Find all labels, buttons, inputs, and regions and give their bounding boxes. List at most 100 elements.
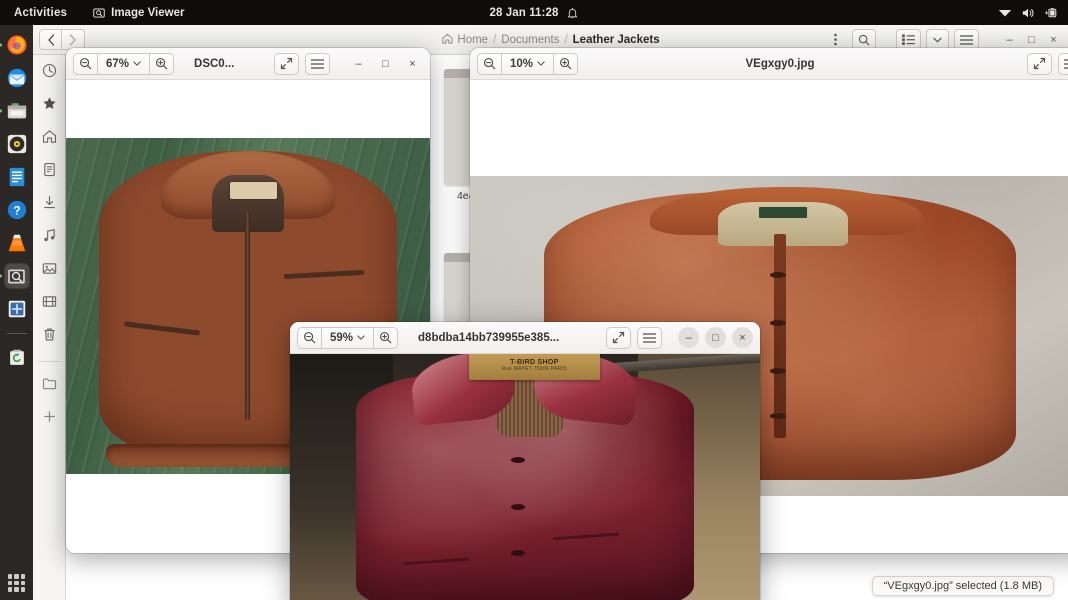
file-manager-minimize-button[interactable]: – [1001,31,1018,48]
sidebar-item-downloads[interactable] [42,195,57,215]
viewer-close-button[interactable]: × [402,53,423,74]
hamburger-menu-icon[interactable] [305,52,330,75]
file-manager-close-button[interactable]: × [1045,31,1062,48]
sidebar-item-home[interactable] [42,129,57,149]
activities-button[interactable]: Activities [0,7,77,19]
image-oxblood-jacket-on-hanger: T-BIRD SHOP Rue MAYET 75006 PARIS [290,354,760,600]
sidebar-item-add-bookmark[interactable] [42,409,57,429]
viewer-maximize-button[interactable]: □ [705,327,726,348]
dock-item-writer[interactable] [5,165,29,189]
file-manager-header-actions: – □ × [824,29,1062,50]
zoom-out-icon[interactable] [477,52,502,75]
view-chevron-down-icon[interactable] [926,29,949,50]
viewer-header-actions: – □ × [606,326,753,349]
hamburger-menu-icon[interactable] [1058,52,1068,75]
list-view-icon[interactable] [896,29,921,50]
top-bar: Activities Image Viewer 28 Jan 11:28 [0,0,1068,25]
viewer-minimize-button[interactable]: – [348,53,369,74]
zoom-in-icon[interactable] [553,52,579,75]
viewer-header-actions [1027,52,1068,75]
search-icon[interactable] [852,29,876,50]
navigation-buttons [39,29,85,50]
app-menu-label: Image Viewer [111,6,185,19]
back-button[interactable] [39,29,62,50]
viewer-minimize-button[interactable]: – [678,327,699,348]
viewer-headerbar: 59% d8bdba14bb739955e385... – □ × [290,322,760,354]
dock-item-rhythmbox[interactable] [5,132,29,156]
app-menu-button[interactable]: Image Viewer [93,7,184,19]
dock-item-thunderbird[interactable] [5,66,29,90]
viewer-close-button[interactable]: × [732,327,753,348]
viewer-title: VEgxgy0.jpg [745,57,815,70]
sidebar-item-starred[interactable] [42,96,57,116]
file-manager-sidebar [33,55,66,600]
clock[interactable]: 28 Jan 11:28 [490,7,559,19]
viewer-title: d8bdba14bb739955e385... [418,331,560,344]
dock-item-files[interactable] [0,99,29,123]
zoom-controls: 10% [477,52,579,75]
zoom-level-selector[interactable]: 59% [322,326,374,349]
hanger-label-line2: Rue MAYET 75006 PARIS [501,366,567,373]
zoom-level-selector[interactable]: 67% [98,52,150,75]
breadcrumb-documents[interactable]: Documents [501,34,559,46]
dock-item-firefox[interactable] [0,33,29,57]
image-viewer-window-d8bdba[interactable]: 59% d8bdba14bb739955e385... – □ × T-BIRD… [290,322,760,600]
sidebar-item-recent[interactable] [42,63,57,83]
show-applications-icon[interactable] [7,574,26,592]
zoom-controls: 59% [297,326,399,349]
dock-item-help[interactable]: ? [5,198,29,222]
home-icon [441,33,452,47]
sidebar-item-pictures[interactable] [42,261,57,281]
dock-item-image-viewer[interactable] [0,264,29,288]
sidebar-item-trash[interactable] [42,327,57,347]
viewer-headerbar: 10% VEgxgy0.jpg [470,48,1068,80]
sidebar-item-videos[interactable] [42,294,57,314]
kebab-menu-icon[interactable] [824,29,847,50]
sidebar-item-music[interactable] [42,228,57,248]
fullscreen-icon[interactable] [274,52,299,75]
zoom-out-icon[interactable] [73,52,98,75]
breadcrumb: Home / Documents / Leather Jackets [441,33,660,47]
fullscreen-icon[interactable] [606,326,631,349]
hamburger-menu-icon[interactable] [954,29,979,50]
dock-item-trash[interactable] [5,346,29,370]
zoom-in-icon[interactable] [149,52,175,75]
dock: ? [0,25,33,600]
zoom-level-value: 10% [510,57,534,70]
viewer-title: DSC0... [194,57,235,70]
image-viewer-icon [93,7,105,19]
viewer-maximize-button[interactable]: □ [375,53,396,74]
hanger-label-line1: T-BIRD SHOP [510,359,559,367]
breadcrumb-home[interactable]: Home [457,34,488,46]
file-manager-maximize-button[interactable]: □ [1023,31,1040,48]
sidebar-item-other-locations[interactable] [42,376,57,396]
zoom-out-icon[interactable] [297,326,322,349]
wifi-icon [998,7,1012,18]
forward-button[interactable] [62,29,85,50]
hanger-label: T-BIRD SHOP Rue MAYET 75006 PARIS [468,354,601,380]
chevron-down-icon [133,61,141,66]
viewer-image-area[interactable]: T-BIRD SHOP Rue MAYET 75006 PARIS [290,354,760,600]
chevron-down-icon [537,61,545,66]
viewer-header-actions: – □ × [274,52,423,75]
zoom-controls: 67% [73,52,175,75]
sidebar-item-documents[interactable] [42,162,57,182]
dock-divider [6,333,27,334]
zoom-level-value: 59% [330,331,354,344]
zoom-in-icon[interactable] [373,326,399,349]
sidebar-divider [38,361,60,362]
dock-item-software[interactable] [5,297,29,321]
status-badge: “VEgxgy0.jpg” selected (1.8 MB) [871,576,1054,596]
zoom-level-selector[interactable]: 10% [502,52,554,75]
hamburger-menu-icon[interactable] [637,326,662,349]
dock-item-vlc[interactable] [5,231,29,255]
volume-icon [1021,7,1035,19]
breadcrumb-sep-2: / [564,33,568,46]
breadcrumb-sep-1: / [493,33,497,46]
fullscreen-icon[interactable] [1027,52,1052,75]
bell-icon[interactable] [567,7,578,19]
battery-icon [1044,7,1058,19]
breadcrumb-current[interactable]: Leather Jackets [573,34,660,46]
system-status-area[interactable] [998,0,1058,25]
svg-text:?: ? [13,204,20,218]
